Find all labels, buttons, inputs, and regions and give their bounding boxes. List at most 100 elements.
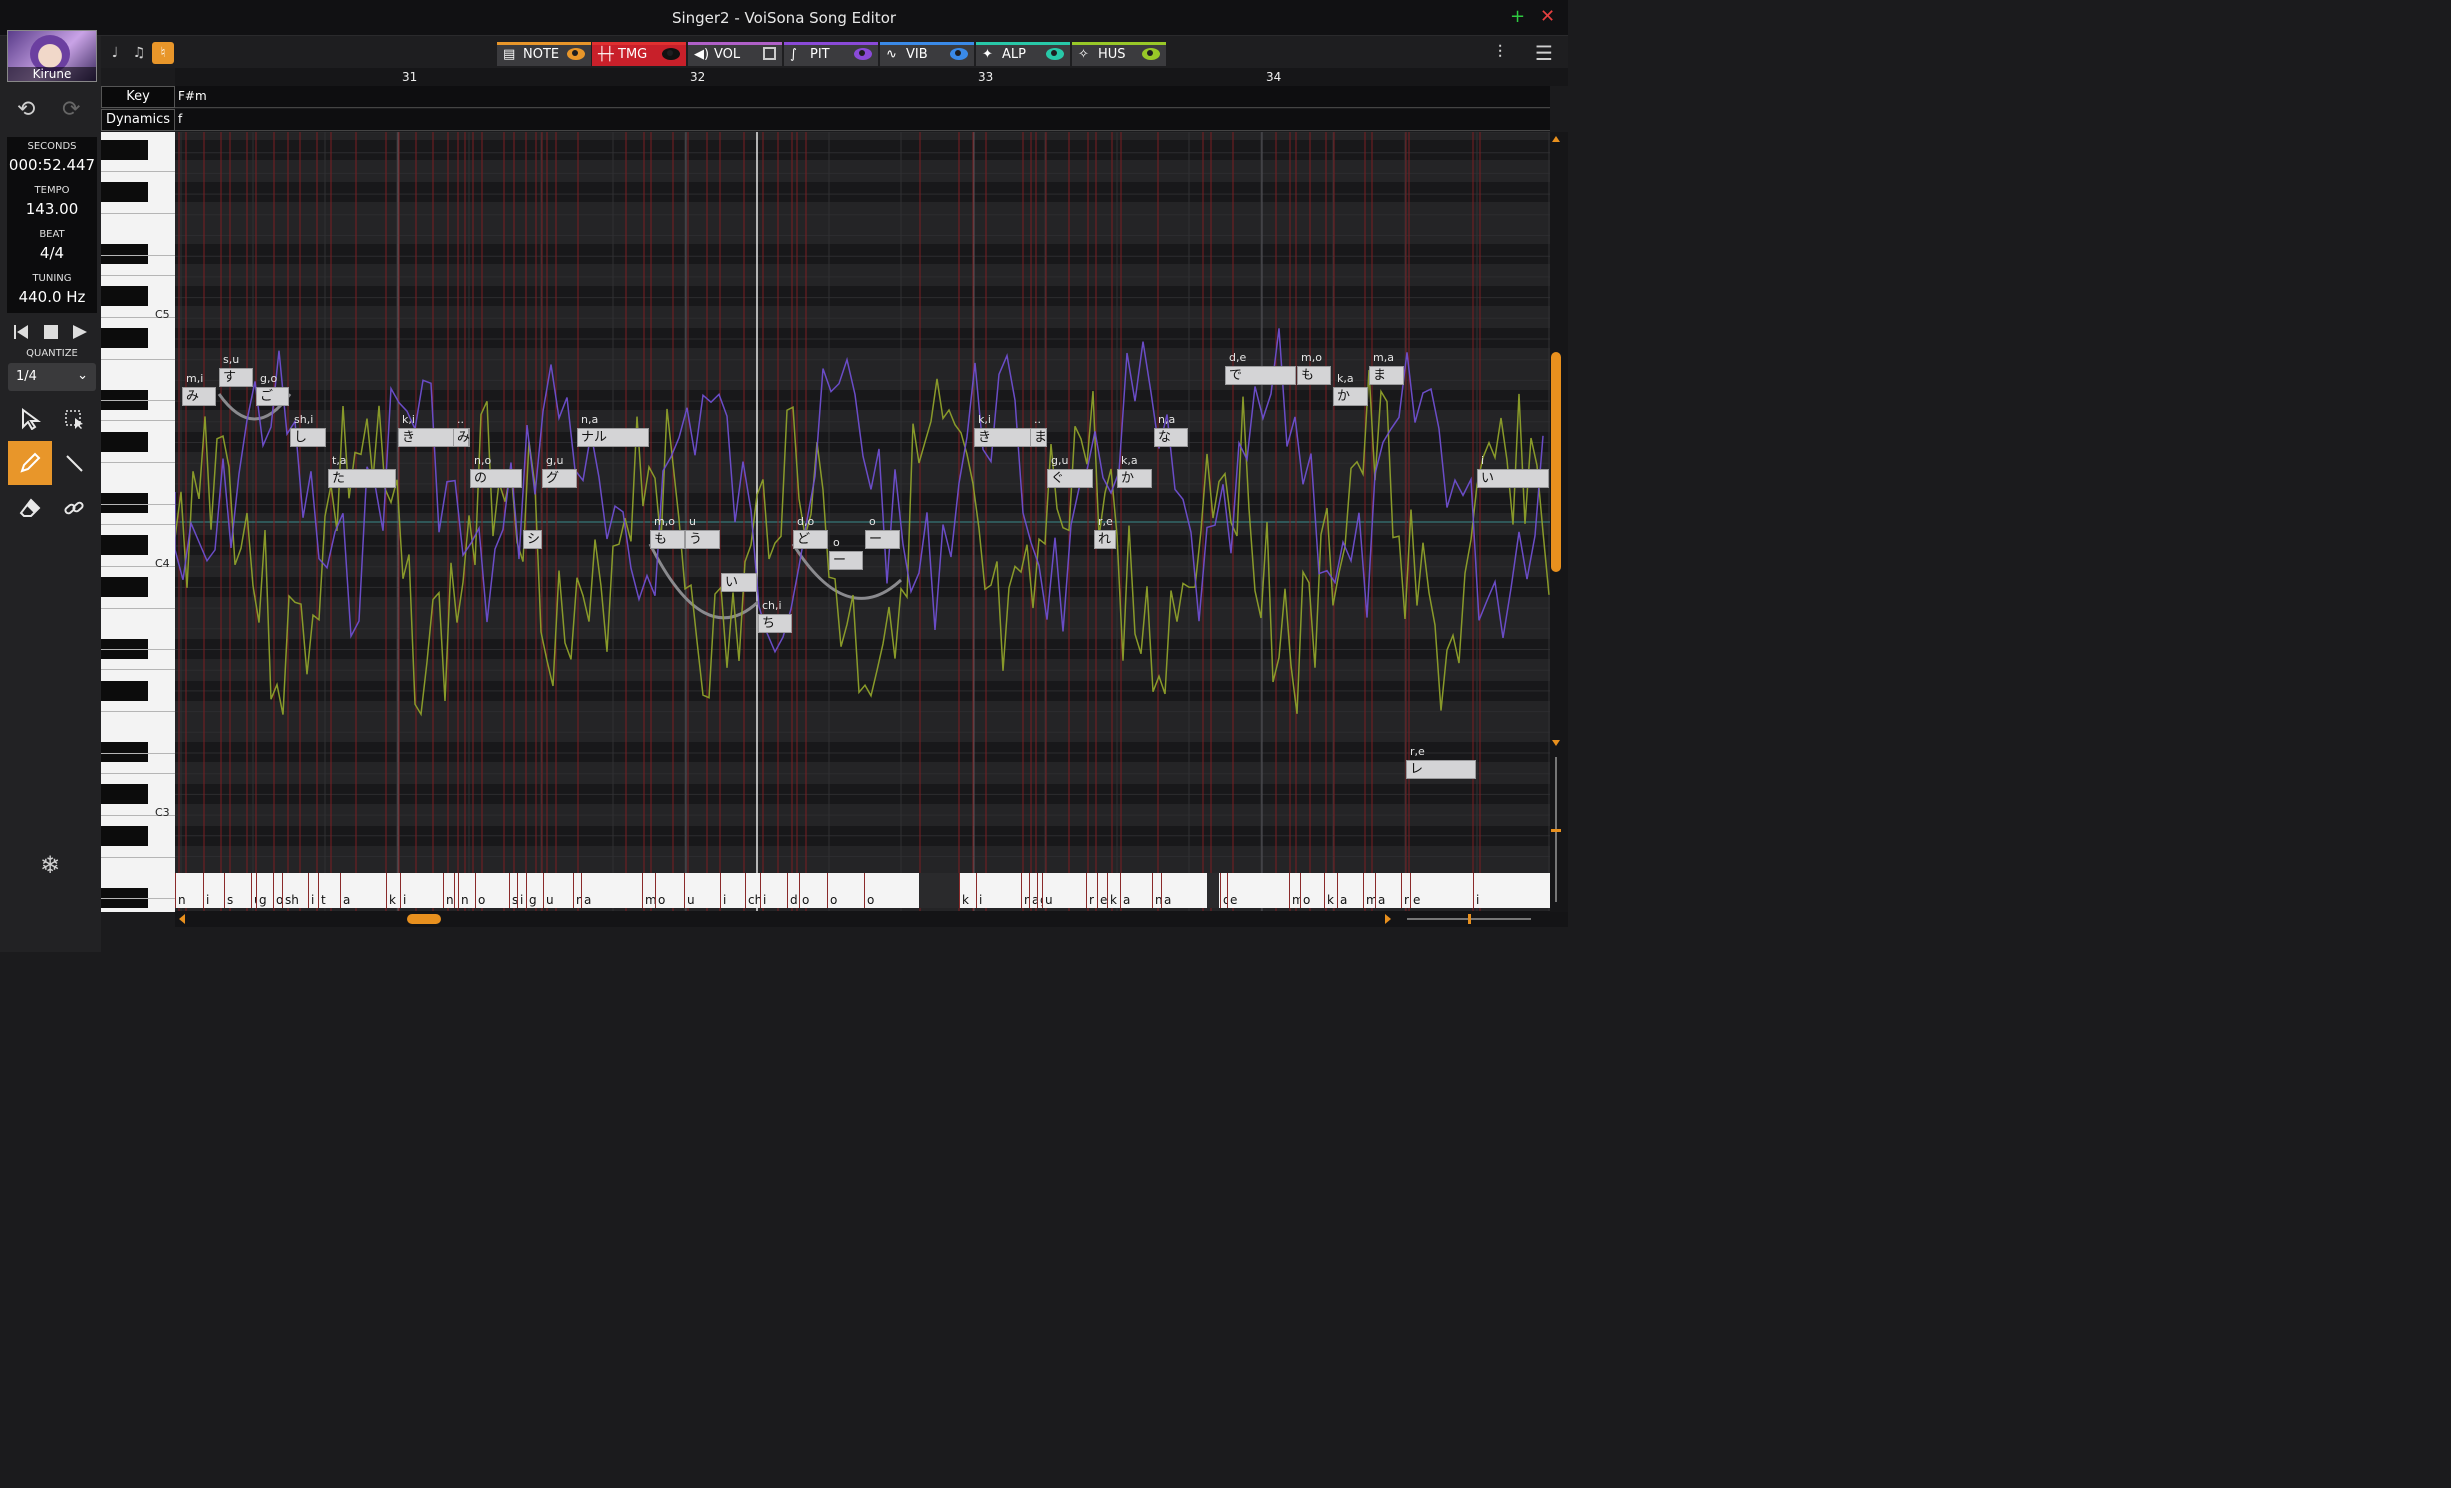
tab-note[interactable]: ▤ NOTE [497, 42, 591, 66]
phoneme-segment[interactable]: a [1375, 873, 1401, 908]
close-icon[interactable]: ✕ [1540, 6, 1555, 27]
phoneme-segment[interactable]: o [1300, 873, 1324, 908]
note[interactable]: シ [523, 530, 542, 549]
eye-icon[interactable] [662, 48, 680, 60]
phoneme-segment[interactable]: e [1227, 873, 1289, 908]
note[interactable]: か [1333, 387, 1368, 406]
phoneme-segment[interactable]: r [1401, 873, 1410, 908]
phoneme-segment[interactable]: u [684, 873, 720, 908]
phoneme-segment[interactable]: i [976, 873, 1021, 908]
note[interactable]: う [685, 530, 720, 549]
phoneme-segment[interactable]: i [760, 873, 787, 908]
tempo-value[interactable]: 143.00 [7, 200, 97, 218]
timeline-ruler[interactable]: 31 32 33 34 [175, 68, 1568, 86]
dynamics-lane[interactable]: f [175, 109, 1550, 131]
phoneme-segment[interactable]: m [1289, 873, 1300, 908]
tuning-value[interactable]: 440.0 Hz [7, 288, 97, 306]
key-value[interactable]: F#m [178, 89, 207, 103]
note[interactable]: な [1154, 428, 1188, 447]
mixer-icon[interactable]: ⫶ [1489, 42, 1511, 64]
black-key[interactable] [101, 493, 148, 513]
quantize-select[interactable]: 1/4 ⌄ [8, 363, 96, 391]
phoneme-segment[interactable]: i [720, 873, 745, 908]
redo-icon[interactable]: ⟳ [62, 99, 80, 121]
undo-icon[interactable]: ⟲ [17, 99, 35, 121]
phoneme-segment[interactable]: o [827, 873, 864, 908]
black-key[interactable] [101, 182, 148, 202]
black-key[interactable] [101, 535, 148, 555]
phoneme-segment[interactable]: e [1097, 873, 1107, 908]
eye-icon[interactable] [950, 48, 968, 60]
eye-icon[interactable] [854, 48, 872, 60]
note[interactable]: レ [1406, 760, 1476, 779]
phoneme-segment[interactable]: o [475, 873, 509, 908]
phoneme-segment[interactable]: n [175, 873, 203, 908]
note[interactable]: ま [1369, 366, 1404, 385]
phoneme-segment[interactable]: r [1086, 873, 1097, 908]
range-select-tool-icon[interactable] [52, 397, 96, 441]
note[interactable]: ど [793, 530, 828, 549]
note[interactable]: ー [865, 530, 900, 549]
black-key[interactable] [101, 432, 148, 452]
phoneme-segment[interactable]: a [1337, 873, 1363, 908]
link-tool-icon[interactable] [52, 486, 96, 530]
note[interactable]: い [721, 573, 757, 592]
phoneme-segment[interactable]: d [787, 873, 799, 908]
black-key[interactable] [101, 577, 148, 597]
key-lane[interactable]: F#m [175, 86, 1550, 108]
phoneme-segment[interactable]: a [1029, 873, 1037, 908]
phoneme-segment[interactable]: m [642, 873, 655, 908]
phoneme-segment[interactable]: a [581, 873, 642, 908]
phoneme-segment[interactable]: o [799, 873, 827, 908]
horizontal-scrollbar[interactable] [175, 911, 1568, 927]
guide-icon[interactable]: ♫ [128, 42, 150, 64]
eye-icon[interactable] [567, 48, 585, 60]
note[interactable]: み [453, 428, 470, 447]
stop-icon[interactable] [44, 325, 58, 339]
phoneme-segment[interactable]: i [400, 873, 443, 908]
line-tool-icon[interactable] [52, 441, 96, 485]
phoneme-segment[interactable]: ch [745, 873, 760, 908]
phoneme-segment[interactable]: t [318, 873, 340, 908]
beat-value[interactable]: 4/4 [7, 244, 97, 262]
note[interactable]: ご [256, 387, 289, 406]
note[interactable]: ナル [577, 428, 649, 447]
dynamics-value[interactable]: f [178, 112, 182, 126]
menu-icon[interactable]: ☰ [1533, 42, 1555, 64]
note[interactable]: ー [829, 551, 863, 570]
note[interactable]: も [1297, 366, 1331, 385]
skip-back-icon[interactable] [14, 325, 28, 339]
note[interactable]: ぐ [1047, 469, 1093, 488]
phoneme-segment[interactable]: n [1021, 873, 1029, 908]
phoneme-segment[interactable]: i [517, 873, 526, 908]
phoneme-segment[interactable]: n [443, 873, 454, 908]
phoneme-segment[interactable]: u [1042, 873, 1086, 908]
visibility-checkbox[interactable] [763, 47, 776, 60]
phoneme-segment[interactable]: k [386, 873, 400, 908]
phoneme-segment[interactable]: k [959, 873, 976, 908]
phoneme-segment[interactable]: o [273, 873, 282, 908]
tab-tmg[interactable]: ┼┼ TMG [592, 42, 686, 66]
note[interactable]: ま [1030, 428, 1047, 447]
phoneme-segment[interactable]: sh [509, 873, 517, 908]
note-grid[interactable]: み m,i す s,u ご g,o し sh,i た t,a き k,i み.. の n,o シグ g,u ナル n… [175, 132, 1550, 912]
metronome-icon[interactable]: ♩ [104, 42, 126, 64]
phoneme-segment[interactable]: sh [282, 873, 308, 908]
note[interactable]: し [290, 428, 326, 447]
eye-icon[interactable] [1046, 48, 1064, 60]
phoneme-segment[interactable]: i [203, 873, 224, 908]
phoneme-segment[interactable]: o [655, 873, 684, 908]
maximize-icon[interactable]: + [1510, 6, 1525, 27]
freeze-icon[interactable]: ❄ [40, 853, 60, 877]
note[interactable]: れ [1094, 530, 1116, 549]
eraser-tool-icon[interactable] [8, 486, 52, 530]
phoneme-segment[interactable]: g [256, 873, 273, 908]
phoneme-segment[interactable]: n [573, 873, 581, 908]
black-key[interactable] [101, 286, 148, 306]
phoneme-segment[interactable]: e [1410, 873, 1473, 908]
phoneme-segment[interactable]: u [543, 873, 573, 908]
note[interactable]: グ [542, 469, 577, 488]
phoneme-segment[interactable]: s [224, 873, 251, 908]
phoneme-segment[interactable]: n [1152, 873, 1161, 908]
eye-icon[interactable] [1142, 48, 1160, 60]
